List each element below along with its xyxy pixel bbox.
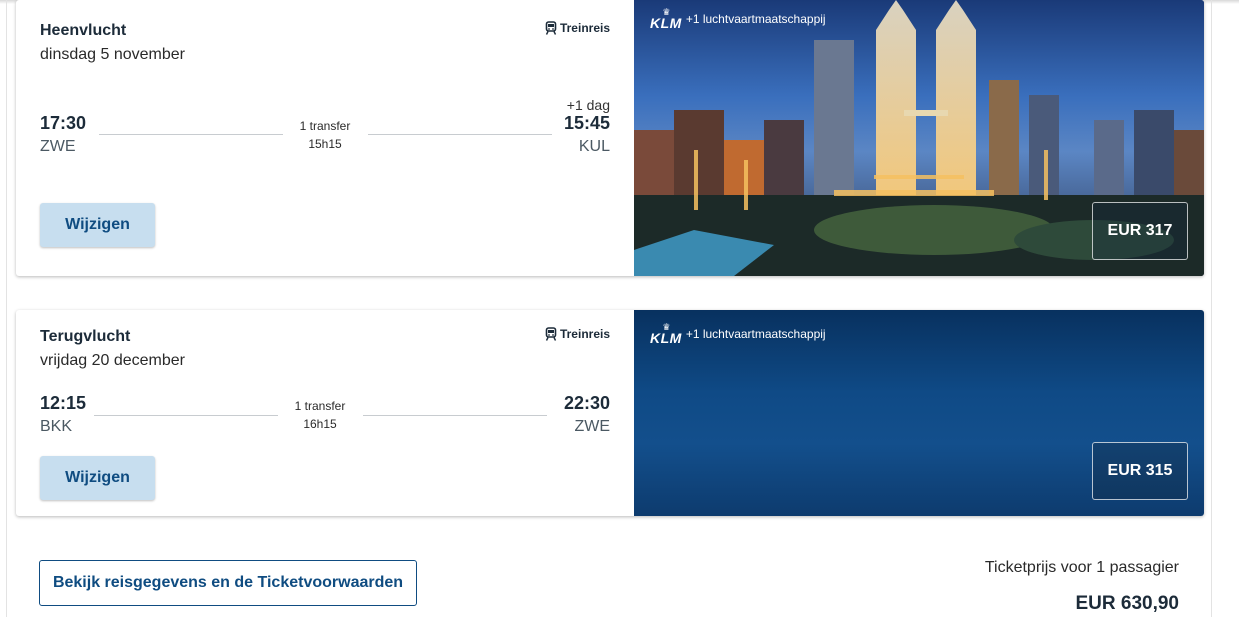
airline-extra-label: +1 luchtvaartmaatschappij: [685, 327, 826, 341]
outbound-price-button[interactable]: EUR 317: [1092, 202, 1188, 260]
flight-duration: 16h15: [303, 417, 337, 431]
transfer-info: 1 transfer 15h15: [280, 117, 370, 153]
outbound-flight-card: Heenvlucht dinsdag 5 november Treinreis …: [16, 0, 1204, 276]
return-train-tag: Treinreis: [545, 327, 610, 341]
total-price: EUR 630,90: [1075, 593, 1179, 614]
outbound-date: dinsdag 5 november: [40, 46, 185, 63]
transfer-count: 1 transfer: [294, 399, 346, 413]
route-line-left: [94, 415, 278, 416]
frame-border-left: [6, 0, 7, 617]
train-label: Treinreis: [559, 327, 610, 341]
return-airline-info: ♛ KLM +1 luchtvaartmaatschappij: [650, 323, 826, 346]
return-flight-details: Terugvlucht vrijdag 20 december Treinrei…: [16, 310, 634, 516]
outbound-airline-info: ♛ KLM +1 luchtvaartmaatschappij: [650, 8, 826, 31]
arrival-airport-code: KUL: [578, 138, 610, 155]
klm-logo-text: KLM: [650, 330, 682, 346]
next-day-indicator: +1 dag: [566, 97, 610, 113]
route-line-right: [368, 134, 552, 135]
travel-details-link[interactable]: Bekijk reisgegevens en de Ticketvoorwaar…: [39, 560, 417, 606]
arrival-airport-code: ZWE: [574, 418, 610, 435]
airline-extra-label: +1 luchtvaartmaatschappij: [685, 12, 826, 26]
return-title: Terugvlucht: [40, 328, 131, 345]
outbound-title: Heenvlucht: [40, 22, 127, 39]
return-flight-card: Terugvlucht vrijdag 20 december Treinrei…: [16, 310, 1204, 516]
return-price-button[interactable]: EUR 315: [1092, 442, 1188, 500]
passenger-price-label: Ticketprijs voor 1 passagier: [984, 559, 1179, 576]
change-return-button[interactable]: Wijzigen: [40, 456, 155, 500]
return-image-panel[interactable]: ♛ KLM +1 luchtvaartmaatschappij EUR 315: [634, 310, 1204, 516]
flight-duration: 15h15: [308, 137, 342, 151]
klm-logo: ♛ KLM: [650, 8, 682, 31]
outbound-image-panel[interactable]: ♛ KLM +1 luchtvaartmaatschappij EUR 317: [634, 0, 1204, 276]
train-icon: [545, 327, 557, 341]
arrival-time: 15:45: [563, 113, 610, 133]
return-date: vrijdag 20 december: [40, 352, 185, 369]
train-label: Treinreis: [559, 21, 610, 35]
route-line-right: [363, 415, 547, 416]
outbound-flight-details: Heenvlucht dinsdag 5 november Treinreis …: [16, 0, 634, 276]
route-line-left: [99, 134, 283, 135]
departure-time: 12:15: [40, 393, 87, 413]
klm-logo-text: KLM: [650, 15, 682, 31]
departure-time: 17:30: [40, 113, 87, 133]
klm-logo: ♛ KLM: [650, 323, 682, 346]
departure-airport-code: ZWE: [40, 138, 76, 155]
arrival-time: 22:30: [563, 393, 610, 413]
transfer-info: 1 transfer 16h15: [275, 397, 365, 433]
train-icon: [545, 21, 557, 35]
change-outbound-button[interactable]: Wijzigen: [40, 203, 155, 247]
frame-border-right: [1211, 0, 1212, 617]
outbound-train-tag: Treinreis: [545, 21, 610, 35]
departure-airport-code: BKK: [40, 418, 73, 435]
transfer-count: 1 transfer: [299, 119, 351, 133]
